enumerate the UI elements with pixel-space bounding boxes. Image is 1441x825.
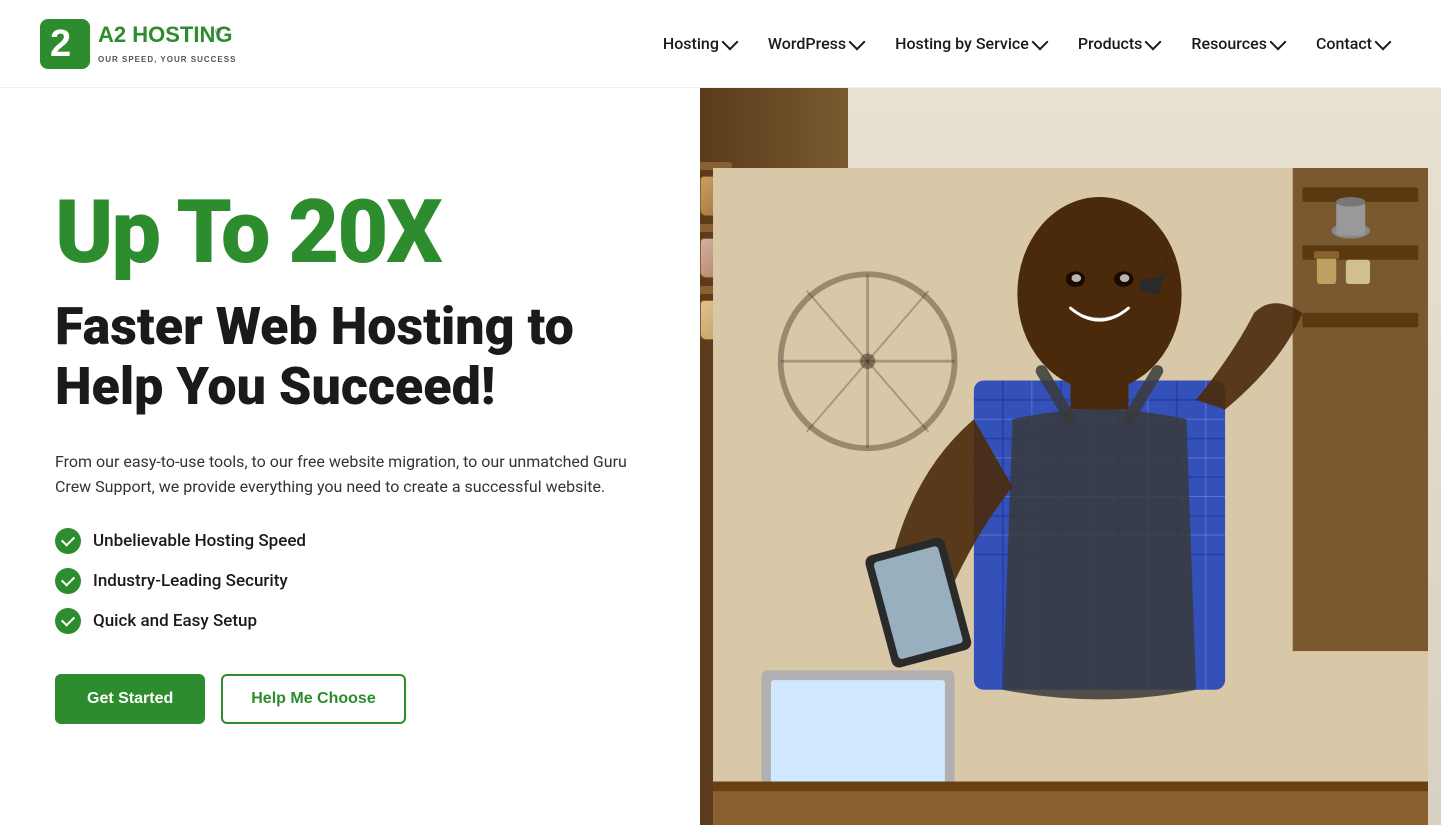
feature-label-speed: Unbelievable Hosting Speed bbox=[93, 531, 306, 551]
feature-item-setup: Quick and Easy Setup bbox=[55, 608, 660, 634]
chevron-down-icon bbox=[1269, 34, 1286, 51]
svg-text:A2 HOSTING: A2 HOSTING bbox=[98, 22, 232, 47]
nav-label-contact: Contact bbox=[1316, 34, 1372, 53]
feature-list: Unbelievable Hosting Speed Industry-Lead… bbox=[55, 528, 660, 634]
logo-image: 2 A2 HOSTING OUR SPEED, YOUR SUCCESS ® bbox=[40, 14, 240, 74]
chevron-down-icon bbox=[1145, 34, 1162, 51]
check-icon-security bbox=[55, 568, 81, 594]
nav-label-resources: Resources bbox=[1191, 34, 1267, 53]
logo[interactable]: 2 A2 HOSTING OUR SPEED, YOUR SUCCESS ® bbox=[40, 14, 240, 74]
nav-label-wordpress: WordPress bbox=[768, 34, 846, 53]
navbar: 2 A2 HOSTING OUR SPEED, YOUR SUCCESS ® H… bbox=[0, 0, 1441, 88]
check-icon-setup bbox=[55, 608, 81, 634]
cta-buttons: Get Started Help Me Choose bbox=[55, 674, 660, 724]
hero-headline-main: Up To 20X bbox=[55, 189, 660, 277]
chevron-down-icon bbox=[849, 34, 866, 51]
hero-description: From our easy-to-use tools, to our free … bbox=[55, 449, 660, 500]
svg-text:2: 2 bbox=[50, 23, 71, 65]
nav-item-wordpress[interactable]: WordPress bbox=[756, 26, 875, 61]
hero-image: PEAR HONEY PEACH $5 $5 bbox=[700, 88, 1441, 825]
nav-item-hosting[interactable]: Hosting bbox=[651, 26, 748, 61]
nav-item-resources[interactable]: Resources bbox=[1179, 26, 1296, 61]
feature-label-setup: Quick and Easy Setup bbox=[93, 611, 257, 631]
chevron-down-icon bbox=[1375, 34, 1392, 51]
help-me-choose-button[interactable]: Help Me Choose bbox=[221, 674, 405, 724]
chevron-down-icon bbox=[721, 34, 738, 51]
chevron-down-icon bbox=[1031, 34, 1048, 51]
get-started-button[interactable]: Get Started bbox=[55, 674, 205, 724]
svg-text:OUR SPEED, YOUR SUCCESS: OUR SPEED, YOUR SUCCESS bbox=[98, 55, 236, 64]
feature-item-speed: Unbelievable Hosting Speed bbox=[55, 528, 660, 554]
nav-label-hosting-by-service: Hosting by Service bbox=[895, 34, 1029, 53]
svg-text:®: ® bbox=[215, 27, 221, 36]
feature-label-security: Industry-Leading Security bbox=[93, 571, 288, 591]
check-icon-speed bbox=[55, 528, 81, 554]
nav-label-products: Products bbox=[1078, 34, 1143, 53]
hero-section: Up To 20X Faster Web Hosting to Help You… bbox=[0, 88, 1441, 825]
hero-headline-sub: Faster Web Hosting to Help You Succeed! bbox=[55, 297, 660, 417]
nav-links: Hosting WordPress Hosting by Service Pro… bbox=[651, 26, 1401, 61]
nav-item-hosting-by-service[interactable]: Hosting by Service bbox=[883, 26, 1058, 61]
nav-item-products[interactable]: Products bbox=[1066, 26, 1172, 61]
hero-content: Up To 20X Faster Web Hosting to Help You… bbox=[0, 88, 700, 825]
feature-item-security: Industry-Leading Security bbox=[55, 568, 660, 594]
person-svg bbox=[700, 168, 1441, 825]
nav-item-contact[interactable]: Contact bbox=[1304, 26, 1401, 61]
nav-label-hosting: Hosting bbox=[663, 34, 719, 53]
